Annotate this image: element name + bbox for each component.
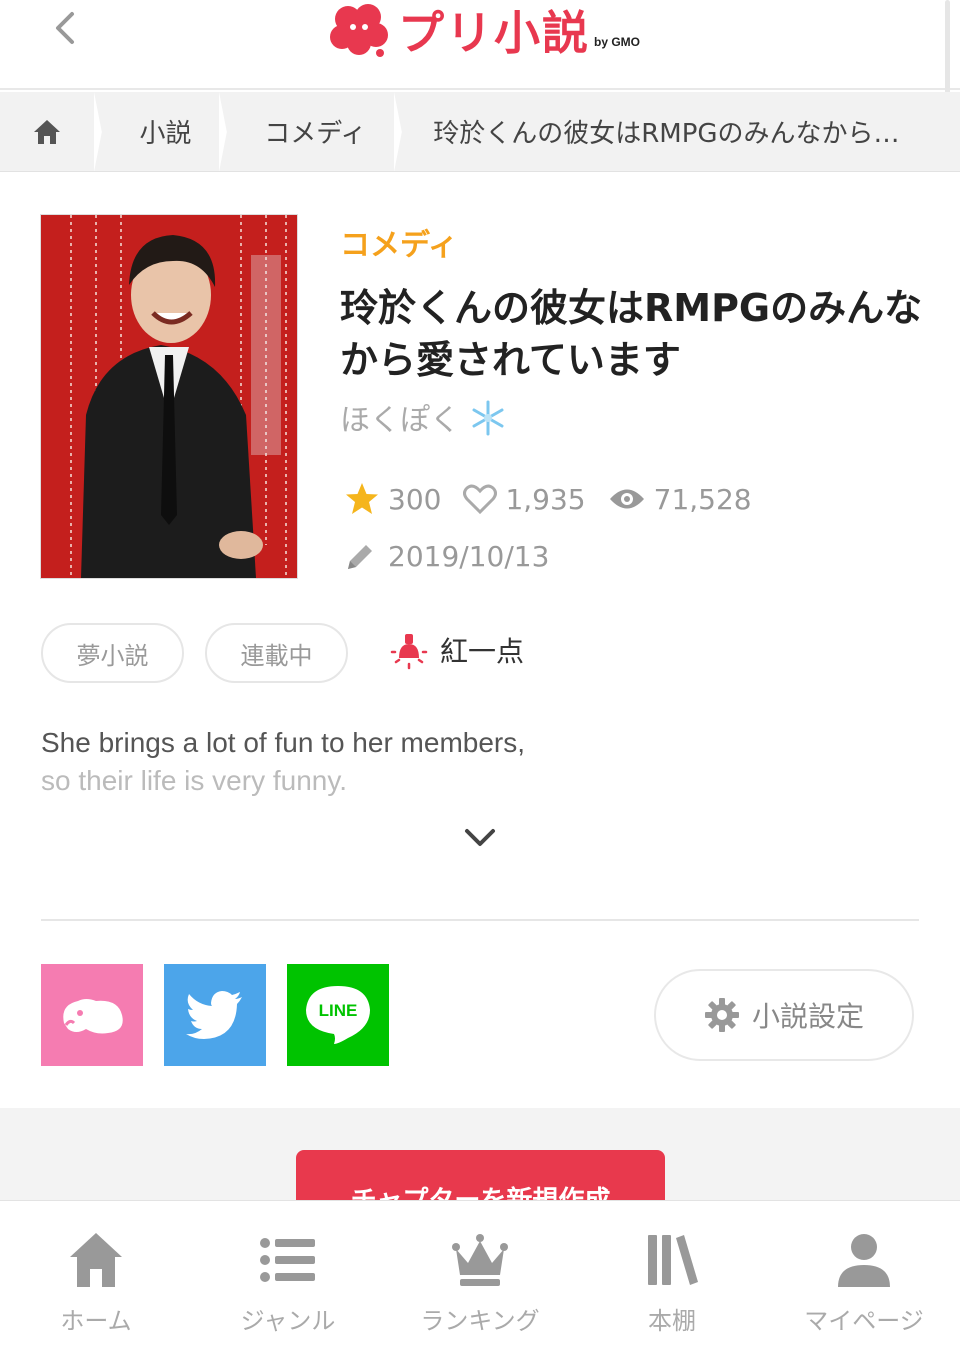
novel-genre[interactable]: コメディ — [340, 220, 458, 264]
snowflake-icon — [472, 400, 504, 436]
home-icon — [34, 119, 60, 144]
tag-ongoing[interactable]: 連載中 — [205, 623, 348, 683]
cover-photo — [41, 215, 297, 578]
nav-item-genre[interactable]: ジャンル — [192, 1201, 384, 1364]
breadcrumb-item-genre[interactable]: コメディ — [237, 92, 394, 171]
line-logo-icon: LINE — [306, 986, 370, 1044]
chevron-down-icon — [465, 829, 495, 846]
scroll-indicator — [945, 0, 950, 96]
share-line-button[interactable]: LINE — [287, 964, 389, 1066]
spotlight-icon — [390, 634, 428, 670]
description-line: so their life is very funny. — [41, 765, 348, 796]
stat-likes-value: 1,935 — [505, 482, 586, 516]
nav-label: ジャンル — [240, 1307, 336, 1335]
nav-label: ホーム — [60, 1307, 132, 1335]
twitter-bird-icon — [186, 991, 242, 1039]
app-logo[interactable]: プリ小説 by GMO — [328, 0, 640, 60]
logo-sub-text: by GMO — [594, 35, 641, 49]
app-header: プリ小説 by GMO — [0, 0, 960, 96]
nav-item-mypage[interactable]: マイページ — [768, 1201, 960, 1364]
breadcrumb-separator — [393, 92, 412, 171]
breadcrumb-item-current: 玲於くんの彼女はRMPGのみんなから… — [433, 119, 900, 149]
back-button[interactable] — [44, 8, 84, 48]
nav-item-ranking[interactable]: ランキング — [384, 1201, 576, 1364]
author-name: ほくぽく — [340, 403, 460, 438]
stat-stars: 300 — [344, 482, 441, 516]
share-twitter-button[interactable] — [164, 964, 266, 1066]
novel-settings-label: 小説設定 — [751, 1000, 864, 1033]
nav-item-home[interactable]: ホーム — [0, 1201, 192, 1364]
stat-likes: 1,935 — [463, 482, 586, 516]
breadcrumb-separator — [219, 92, 237, 171]
expand-description-button[interactable] — [462, 820, 498, 856]
tag-special-label: 紅一点 — [440, 635, 525, 668]
novel-stats: 300 1,935 71,528 — [344, 482, 774, 516]
novel-title: 玲於くんの彼女はRMPGのみんなから愛されています — [340, 286, 923, 382]
pencil-icon — [348, 544, 372, 569]
nav-label: ランキング — [420, 1307, 540, 1335]
line-logo-text: LINE — [319, 1001, 358, 1020]
updated-date: 2019/10/13 — [344, 540, 549, 573]
breadcrumb-home[interactable] — [0, 92, 94, 171]
bookshelf-icon — [648, 1235, 698, 1285]
person-icon — [838, 1234, 890, 1287]
breadcrumb: 小説 コメディ 玲於くんの彼女はRMPGのみんなから… — [0, 92, 960, 172]
novel-cover-image[interactable] — [41, 215, 297, 578]
nav-item-bookshelf[interactable]: 本棚 — [576, 1201, 768, 1364]
eye-icon — [609, 489, 644, 509]
list-icon — [260, 1238, 315, 1282]
tag-special[interactable]: 紅一点 — [388, 630, 524, 670]
logo-flower-icon — [330, 4, 388, 57]
tag-dream-novel[interactable]: 夢小説 — [41, 623, 184, 683]
nav-label: 本棚 — [648, 1307, 696, 1335]
stat-views-value: 71,528 — [653, 482, 752, 516]
share-pri-button[interactable] — [41, 964, 143, 1066]
gear-icon — [704, 998, 739, 1032]
novel-author[interactable]: ほくぽく — [340, 395, 506, 439]
logo-text: プリ小説 — [398, 6, 590, 60]
nav-label: マイページ — [804, 1307, 924, 1335]
pri-elephant-icon — [63, 999, 123, 1034]
star-icon — [346, 483, 378, 514]
stat-stars-value: 300 — [388, 482, 442, 516]
crown-icon — [452, 1234, 508, 1286]
novel-description: She brings a lot of fun to her members, … — [41, 724, 921, 800]
bottom-nav: ホーム ジャンル ランキング 本棚 マイページ — [0, 1200, 960, 1364]
breadcrumb-item-novel[interactable]: 小説 — [112, 92, 220, 171]
updated-date-value: 2019/10/13 — [388, 540, 550, 573]
home-icon — [70, 1233, 122, 1287]
chevron-left-icon — [56, 12, 74, 44]
description-line: She brings a lot of fun to her members, — [41, 727, 526, 758]
heart-icon — [463, 484, 498, 514]
breadcrumb-separator — [94, 92, 112, 171]
novel-settings-button[interactable]: 小説設定 — [654, 969, 914, 1061]
stat-views: 71,528 — [608, 483, 752, 516]
divider — [41, 919, 919, 921]
